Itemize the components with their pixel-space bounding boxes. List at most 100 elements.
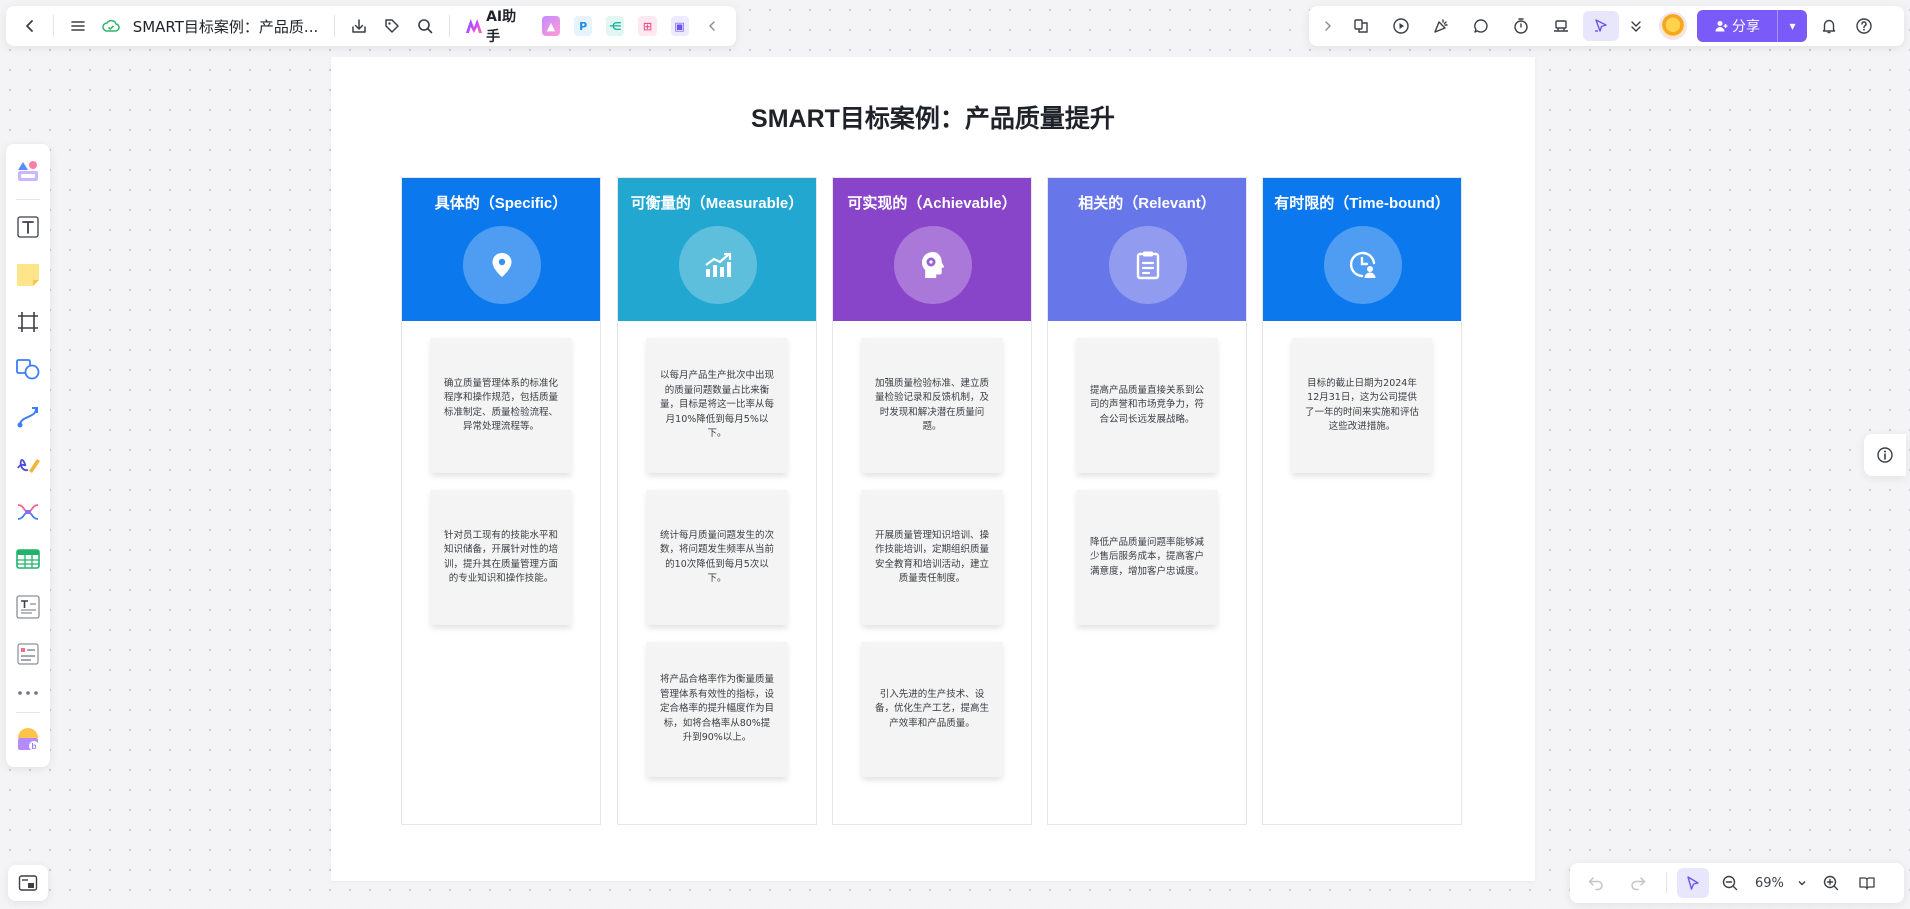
download-icon[interactable] — [345, 11, 372, 41]
user-avatar[interactable] — [1659, 12, 1687, 40]
menu-icon[interactable] — [64, 11, 91, 41]
column-title: 可衡量的（Measurable） — [630, 195, 804, 212]
zoom-level[interactable]: 69% — [1751, 876, 1788, 891]
divider — [1666, 872, 1667, 894]
whiteboard-canvas[interactable]: SMART目标案例：产品质量提升 具体的（Specific） 确立质量管理体系的… — [331, 57, 1535, 881]
follow-cursor-icon[interactable] — [1583, 11, 1619, 41]
notification-bell-icon[interactable] — [1811, 11, 1847, 41]
column-header: 可实现的（Achievable） — [833, 178, 1031, 321]
board-title[interactable]: SMART目标案例：产品质量提升 — [331, 99, 1535, 135]
share-dropdown-icon[interactable]: ▾ — [1777, 10, 1807, 42]
growth-chart-icon — [679, 226, 757, 304]
minimap-button[interactable] — [8, 865, 48, 901]
chat-plugin-icon[interactable]: ▣ — [670, 16, 689, 36]
text-document-icon[interactable] — [10, 586, 46, 627]
celebrate-icon[interactable] — [1423, 11, 1459, 41]
clipboard-icon — [1109, 226, 1187, 304]
vote-icon[interactable] — [1543, 11, 1579, 41]
add-user-icon — [1715, 21, 1728, 32]
shape-tool-icon[interactable] — [10, 349, 46, 390]
more-chevron-icon[interactable] — [1623, 11, 1649, 41]
list-card-icon[interactable] — [10, 633, 46, 674]
present-play-icon[interactable] — [1383, 11, 1419, 41]
smart-column-specific[interactable]: 具体的（Specific） 确立质量管理体系的标准化程序和操作规范，包括质量标准… — [401, 177, 601, 825]
document-title[interactable]: SMART目标案例：产品质... — [133, 16, 319, 37]
frame-tool-icon[interactable] — [10, 301, 46, 342]
sticky-note[interactable]: 引入先进的生产技术、设备，优化生产工艺，提高生产效率和产品质量。 — [862, 642, 1002, 777]
sticky-note[interactable]: 开展质量管理知识培训、操作技能培训，定期组织质量安全教育和培训活动，建立质量责任… — [862, 490, 1002, 625]
redo-icon[interactable] — [1620, 868, 1656, 898]
collapse-chevron-icon[interactable] — [699, 11, 726, 41]
column-header: 相关的（Relevant） — [1048, 178, 1246, 321]
sticky-note[interactable]: 目标的截止日期为2024年12月31日，这为公司提供了一年的时间来实施和评估这些… — [1292, 338, 1432, 473]
column-header: 可衡量的（Measurable） — [618, 178, 816, 321]
location-pin-icon — [463, 226, 541, 304]
select-cursor-icon[interactable] — [1677, 868, 1709, 898]
smart-column-relevant[interactable]: 相关的（Relevant） 提高产品质量直接关系到公司的声誉和市场竞争力，符合公… — [1047, 177, 1247, 825]
image-plugin-icon[interactable]: ▲ — [541, 16, 561, 36]
clock-user-icon — [1324, 226, 1402, 304]
note-text: 以每月产品生产批次中出现的质量问题数量占比来衡量，目标是将这一比率从每月10%降… — [659, 370, 774, 440]
material-library-icon[interactable] — [10, 150, 46, 191]
back-icon[interactable] — [16, 11, 43, 41]
text-tool-icon[interactable] — [10, 206, 46, 247]
sticky-note[interactable]: 确立质量管理体系的标准化程序和操作规范，包括质量标准制定、质量检验流程、异常处理… — [431, 338, 571, 473]
note-text: 统计每月质量问题发生的次数，将问题发生频率从当前的10次降低到每月5次以下。 — [659, 529, 774, 585]
p-plugin-icon[interactable]: P — [574, 16, 593, 36]
column-title: 可实现的（Achievable） — [847, 195, 1017, 212]
smart-column-measurable[interactable]: 可衡量的（Measurable） 以每月产品生产批次中出现的质量问题数量占比来衡… — [617, 177, 817, 825]
tag-icon[interactable] — [378, 11, 405, 41]
column-header: 有时限的（Time-bound） — [1263, 178, 1461, 321]
ai-assistant-button[interactable]: AI助手 — [460, 6, 532, 46]
note-text: 针对员工现有的技能水平和知识储备，开展针对性的培训，提升其在质量管理方面的专业知… — [443, 529, 558, 585]
sticky-note[interactable]: 加强质量检验标准、建立质量检验记录和反馈机制，及时发现和解决潜在质量问题。 — [862, 338, 1002, 473]
share-button[interactable]: 分享 ▾ — [1697, 10, 1807, 42]
note-text: 将产品合格率作为衡量质量管理体系有效性的指标，设定合格率的提升幅度作为目标，如将… — [659, 674, 774, 744]
comment-icon[interactable] — [1463, 11, 1499, 41]
note-text: 提高产品质量直接关系到公司的声誉和市场竞争力，符合公司长远发展战略。 — [1089, 384, 1204, 425]
table-tool-icon[interactable] — [10, 538, 46, 579]
zoom-dropdown-icon[interactable] — [1794, 868, 1810, 898]
note-text: 引入先进的生产技术、设备，优化生产工艺，提高生产效率和产品质量。 — [874, 688, 989, 729]
divider — [53, 15, 55, 37]
cloud-saved-icon — [97, 11, 124, 41]
info-icon — [1877, 447, 1893, 463]
undo-icon[interactable] — [1578, 868, 1614, 898]
timer-icon[interactable] — [1503, 11, 1539, 41]
column-title: 有时限的（Time-bound） — [1274, 195, 1450, 212]
sticky-note-icon[interactable] — [10, 254, 46, 295]
sticky-note[interactable]: 将产品合格率作为衡量质量管理体系有效性的指标，设定合格率的提升幅度作为目标，如将… — [647, 642, 787, 777]
top-right-toolbar: 分享 ▾ — [1309, 6, 1904, 46]
search-icon[interactable] — [412, 11, 439, 41]
zoom-in-icon[interactable] — [1816, 868, 1846, 898]
mindmap-plugin-icon[interactable]: ⋲ — [606, 16, 625, 36]
ai-logo-icon — [465, 19, 483, 33]
left-tool-palette: b — [6, 144, 50, 767]
smart-column-achievable[interactable]: 可实现的（Achievable） 加强质量检验标准、建立质量检验记录和反馈机制，… — [832, 177, 1032, 825]
sticky-note[interactable]: 降低产品质量问题率能够减少售后服务成本，提高客户满意度，增加客户忠诚度。 — [1077, 490, 1217, 625]
smart-column-time-bound[interactable]: 有时限的（Time-bound） 目标的截止日期为2024年12月31日，这为公… — [1262, 177, 1462, 825]
divider — [334, 15, 336, 37]
templates-icon[interactable] — [1343, 11, 1379, 41]
app-plugin-icon[interactable]: b — [10, 719, 46, 760]
pen-draw-icon[interactable] — [10, 444, 46, 485]
connector-line-icon[interactable] — [10, 396, 46, 437]
sticky-note[interactable]: 提高产品质量直接关系到公司的声誉和市场竞争力，符合公司长远发展战略。 — [1077, 338, 1217, 473]
info-panel-button[interactable] — [1864, 434, 1906, 476]
help-icon[interactable] — [1851, 11, 1877, 41]
sticky-note[interactable]: 以每月产品生产批次中出现的质量问题数量占比来衡量，目标是将这一比率从每月10%降… — [647, 338, 787, 473]
note-text: 确立质量管理体系的标准化程序和操作规范，包括质量标准制定、质量检验流程、异常处理… — [443, 377, 558, 433]
mindmap-tool-icon[interactable] — [10, 491, 46, 532]
note-text: 目标的截止日期为2024年12月31日，这为公司提供了一年的时间来实施和评估这些… — [1304, 377, 1419, 433]
share-label: 分享 — [1732, 19, 1760, 35]
expand-chevron-icon[interactable] — [1317, 11, 1339, 41]
sticky-note[interactable]: 针对员工现有的技能水平和知识储备，开展针对性的培训，提升其在质量管理方面的专业知… — [431, 490, 571, 625]
svg-text:b: b — [32, 742, 37, 751]
top-left-toolbar: SMART目标案例：产品质... AI助手 ▲ P ⋲ ⊞ ▣ — [6, 6, 736, 46]
more-tools-icon[interactable] — [10, 681, 46, 705]
flow-plugin-icon[interactable]: ⊞ — [638, 16, 657, 36]
sticky-note[interactable]: 统计每月质量问题发生的次数，将问题发生频率从当前的10次降低到每月5次以下。 — [647, 490, 787, 625]
book-guide-icon[interactable] — [1852, 868, 1882, 898]
ai-assistant-label: AI助手 — [486, 9, 517, 45]
zoom-out-icon[interactable] — [1715, 868, 1745, 898]
